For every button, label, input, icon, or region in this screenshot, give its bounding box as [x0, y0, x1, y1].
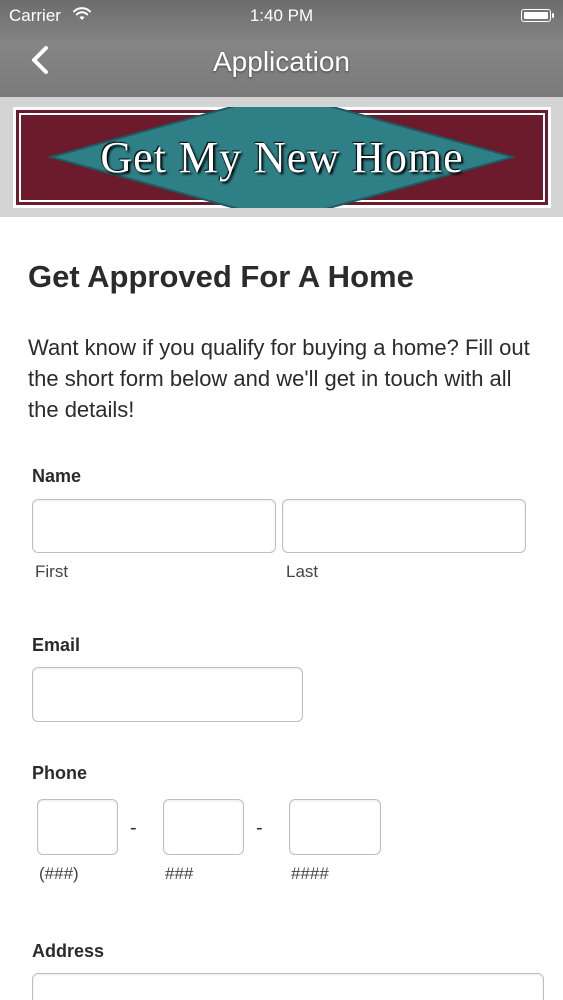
- phone-area-code-field[interactable]: [37, 799, 118, 855]
- brand-banner: Get My New Home: [13, 107, 551, 208]
- brand-logo-text: Get My New Home: [100, 133, 464, 182]
- name-label: Name: [32, 466, 82, 486]
- email-label: Email: [32, 635, 81, 655]
- navigation-bar: Application: [0, 32, 563, 97]
- phone-area-code-sublabel: (###): [39, 864, 79, 883]
- phone-line-number-field[interactable]: [289, 799, 381, 855]
- battery-icon: [521, 9, 554, 22]
- battery-level: [524, 12, 548, 19]
- phone-label: Phone: [32, 763, 88, 783]
- banner-area: Get My New Home: [0, 97, 563, 217]
- last-name-field[interactable]: [282, 499, 526, 553]
- first-name-sublabel: First: [35, 562, 69, 581]
- address-label: Address: [32, 941, 105, 961]
- first-name-field[interactable]: [32, 499, 276, 553]
- top-bar: Carrier 1:40 PM Application: [0, 0, 563, 97]
- phone-separator: -: [130, 817, 137, 839]
- phone-separator: -: [256, 817, 263, 839]
- last-name-sublabel: Last: [286, 562, 319, 581]
- screen: Carrier 1:40 PM Application Get My New H…: [0, 0, 563, 1000]
- phone-prefix-field[interactable]: [163, 799, 244, 855]
- email-field[interactable]: [32, 667, 303, 722]
- form-content: Get Approved For A Home Want know if you…: [0, 217, 563, 1000]
- address-field[interactable]: [32, 973, 544, 1000]
- phone-prefix-sublabel: ###: [165, 864, 194, 883]
- phone-line-number-sublabel: ####: [291, 864, 329, 883]
- form-intro: Want know if you qualify for buying a ho…: [28, 335, 530, 422]
- status-bar: Carrier 1:40 PM: [0, 0, 563, 32]
- clock: 1:40 PM: [249, 6, 314, 25]
- page-title: Application: [213, 46, 350, 77]
- form-heading: Get Approved For A Home: [28, 259, 414, 294]
